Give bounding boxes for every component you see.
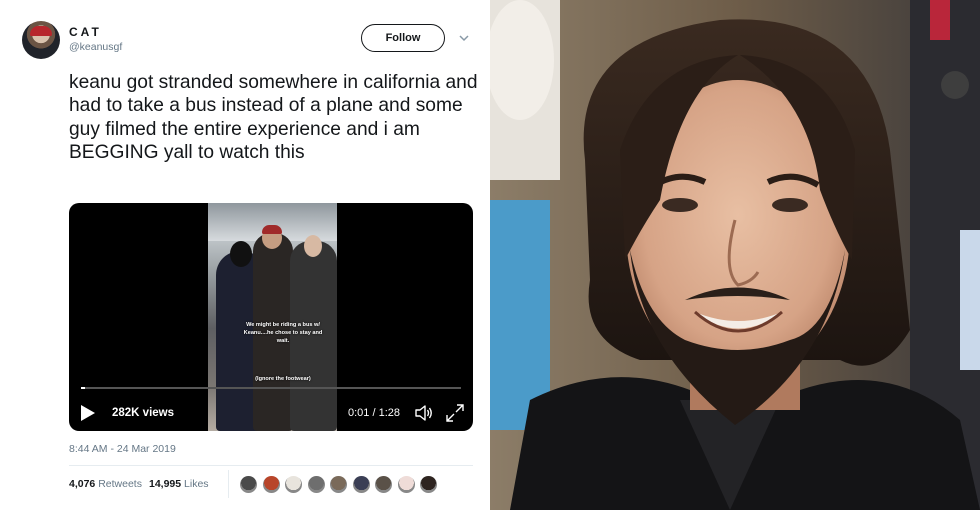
fullscreen-icon[interactable]	[445, 403, 465, 423]
liker-avatar[interactable]	[306, 475, 326, 494]
video-frame[interactable]: We might be riding a bus w/ Keanu....he …	[208, 203, 337, 431]
liker-avatar[interactable]	[419, 475, 438, 494]
divider	[69, 465, 473, 466]
engagement-stats: 4,076 Retweets 14,995 Likes	[69, 478, 209, 490]
retweets-label[interactable]: Retweets	[98, 478, 142, 490]
liker-avatar[interactable]	[239, 475, 258, 494]
stats-divider	[228, 470, 229, 498]
tweet-card: CAT @keanusgf Follow keanu got stranded …	[0, 0, 490, 510]
user-handle[interactable]: @keanusgf	[69, 41, 122, 53]
liker-avatar[interactable]	[261, 475, 281, 494]
liker-avatar[interactable]	[329, 475, 348, 494]
portrait-image	[490, 0, 980, 510]
volume-icon[interactable]	[414, 404, 434, 422]
tweet-timestamp[interactable]: 8:44 AM - 24 Mar 2019	[69, 443, 176, 455]
video-caption-secondary: (Ignore the footwear)	[255, 376, 311, 382]
retweet-count[interactable]: 4,076	[69, 478, 95, 490]
view-count: 282K views	[112, 407, 175, 419]
play-icon[interactable]	[81, 405, 95, 421]
video-timecode: 0:01 / 1:28	[348, 407, 400, 419]
follow-button[interactable]: Follow	[361, 24, 445, 52]
video-progress-bar[interactable]	[81, 387, 461, 389]
like-count[interactable]: 14,995	[149, 478, 181, 490]
chevron-down-icon[interactable]	[457, 31, 471, 45]
liker-avatar[interactable]	[374, 475, 393, 494]
video-player[interactable]: We might be riding a bus w/ Keanu....he …	[69, 203, 473, 431]
liker-avatar[interactable]	[351, 475, 371, 494]
liker-avatar[interactable]	[284, 475, 303, 494]
video-caption: We might be riding a bus w/ Keanu....he …	[243, 322, 323, 344]
display-name[interactable]: CAT	[69, 25, 102, 39]
liker-avatar[interactable]	[396, 475, 416, 494]
keanu-photo	[490, 0, 980, 510]
likes-label[interactable]: Likes	[184, 478, 209, 490]
tweet-text: keanu got stranded somewhere in californ…	[69, 72, 478, 164]
liker-avatars	[239, 475, 438, 495]
user-avatar[interactable]	[22, 21, 60, 59]
